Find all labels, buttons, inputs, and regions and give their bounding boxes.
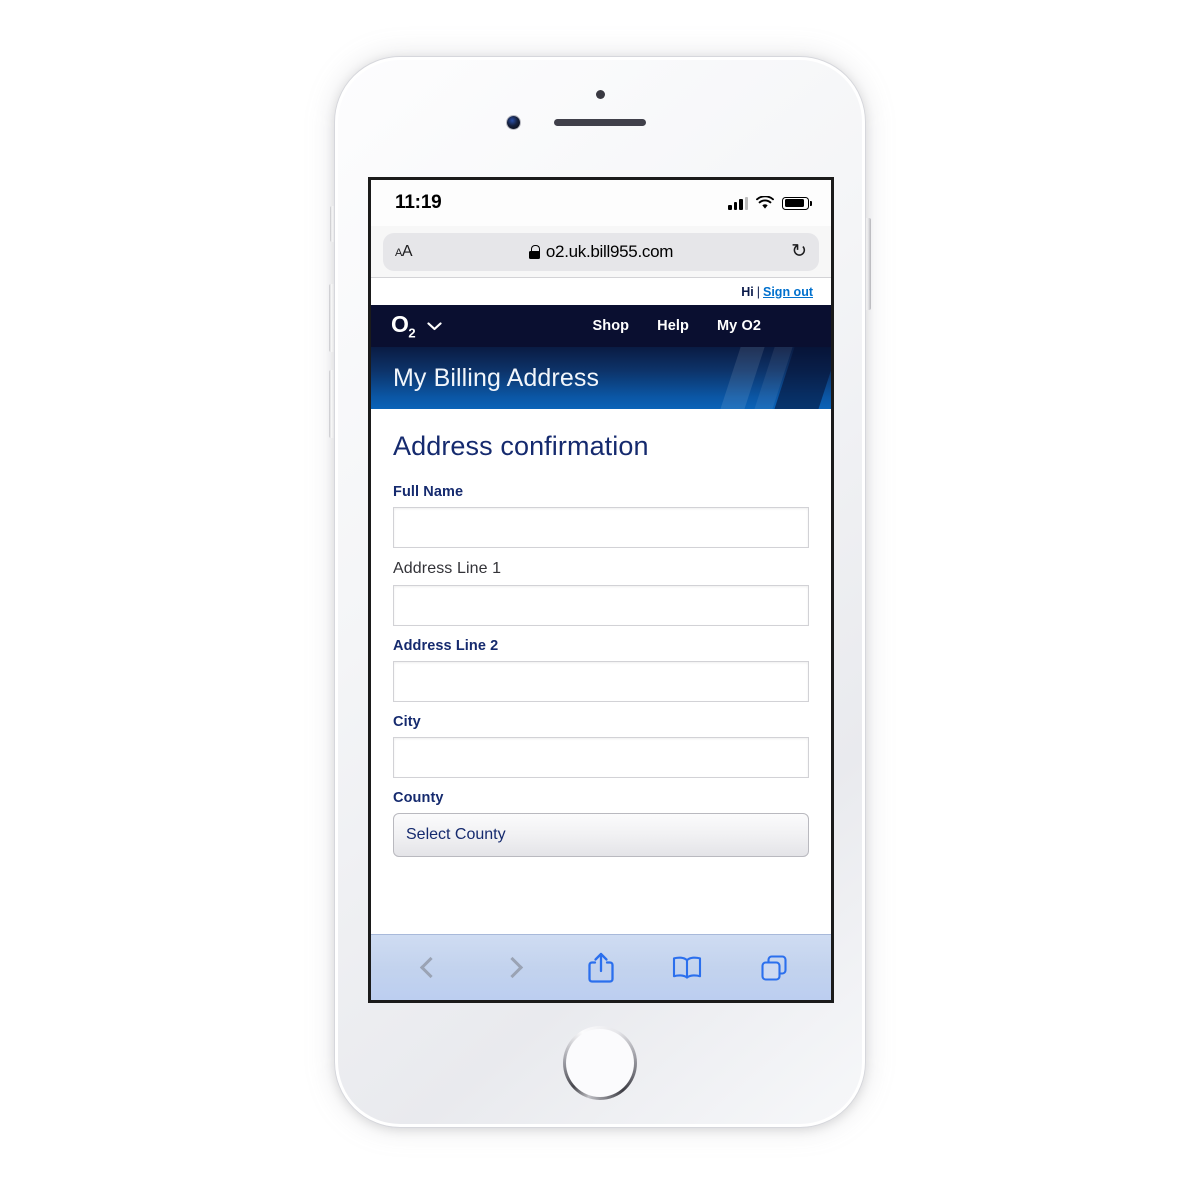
back-button[interactable] bbox=[406, 948, 450, 988]
utility-bar: Hi | Sign out bbox=[371, 278, 831, 305]
separator: | bbox=[756, 284, 760, 299]
status-time: 11:19 bbox=[395, 192, 442, 213]
field-city: City bbox=[393, 714, 809, 778]
safari-address-bar: AA o2.uk.bill955.com ↻ bbox=[371, 226, 831, 278]
form-heading: Address confirmation bbox=[393, 431, 649, 461]
banner-decoration bbox=[701, 347, 831, 409]
earpiece-speaker-icon bbox=[554, 119, 646, 126]
battery-icon bbox=[782, 196, 812, 210]
field-address-line-2: Address Line 2 bbox=[393, 638, 809, 702]
safari-bottom-toolbar bbox=[371, 934, 831, 1000]
device-body: 11:19 AA o2.uk.bill955.com ↻ Hi | Sign o… bbox=[334, 56, 866, 1128]
nav-link-my-o2[interactable]: My O2 bbox=[717, 318, 761, 334]
front-camera-icon bbox=[507, 116, 520, 129]
o2-logo[interactable]: O2 bbox=[391, 310, 416, 341]
tabs-button[interactable] bbox=[752, 948, 796, 988]
cellular-signal-icon bbox=[728, 196, 748, 210]
chevron-right-icon bbox=[501, 956, 524, 979]
chevron-left-icon bbox=[419, 956, 441, 979]
iphone-device: 11:19 AA o2.uk.bill955.com ↻ Hi | Sign o… bbox=[329, 56, 871, 1128]
reload-button[interactable]: ↻ bbox=[783, 242, 807, 261]
phone-screen: 11:19 AA o2.uk.bill955.com ↻ Hi | Sign o… bbox=[368, 177, 834, 1003]
tabs-icon bbox=[761, 954, 787, 981]
field-label-city: City bbox=[393, 714, 421, 730]
field-label-address-line-2: Address Line 2 bbox=[393, 638, 499, 654]
field-label-full-name: Full Name bbox=[393, 484, 464, 500]
site-navigation-bar: O2 Shop Help My O2 bbox=[371, 305, 831, 347]
share-icon bbox=[588, 952, 614, 983]
url-display: o2.uk.bill955.com bbox=[383, 242, 819, 262]
sign-out-link[interactable]: Sign out bbox=[763, 285, 813, 299]
chevron-down-icon[interactable] bbox=[427, 321, 442, 331]
home-button[interactable] bbox=[563, 1026, 637, 1100]
field-address-line-1: Address Line 1 bbox=[393, 560, 809, 626]
page-banner: My Billing Address bbox=[371, 347, 831, 409]
address-line-1-input[interactable] bbox=[393, 585, 809, 626]
url-text: o2.uk.bill955.com bbox=[545, 241, 674, 261]
page-title: My Billing Address bbox=[393, 363, 600, 392]
county-select-value: Select County bbox=[406, 826, 506, 843]
address-form: Address confirmation Full Name Address L… bbox=[371, 409, 831, 934]
url-field[interactable]: AA o2.uk.bill955.com ↻ bbox=[383, 232, 819, 271]
bookmarks-button[interactable] bbox=[665, 948, 709, 988]
greeting-text: Hi bbox=[741, 284, 754, 299]
web-page-content: Hi | Sign out O2 Shop Help My O2 My Bill… bbox=[371, 278, 831, 934]
nav-link-shop[interactable]: Shop bbox=[593, 318, 630, 334]
field-full-name: Full Name bbox=[393, 484, 809, 548]
nav-link-help[interactable]: Help bbox=[657, 318, 689, 334]
nav-links: Shop Help My O2 bbox=[593, 318, 812, 334]
field-county: County Select County bbox=[393, 790, 809, 857]
field-label-county: County bbox=[393, 790, 444, 806]
county-select[interactable]: Select County bbox=[393, 813, 809, 857]
o2-logo-subscript: 2 bbox=[408, 325, 416, 341]
forward-button[interactable] bbox=[493, 948, 537, 988]
book-icon bbox=[673, 956, 702, 979]
field-label-address-line-1: Address Line 1 bbox=[393, 560, 502, 577]
share-button[interactable] bbox=[579, 948, 623, 988]
status-icons bbox=[728, 196, 812, 210]
text-size-button[interactable]: AA bbox=[395, 243, 441, 261]
address-line-2-input[interactable] bbox=[393, 661, 809, 702]
proximity-sensor-icon bbox=[596, 90, 605, 99]
city-input[interactable] bbox=[393, 737, 809, 778]
lock-icon bbox=[528, 244, 540, 259]
o2-logo-letter: O bbox=[391, 310, 409, 337]
ios-status-bar: 11:19 bbox=[371, 180, 831, 226]
full-name-input[interactable] bbox=[393, 507, 809, 548]
wifi-icon bbox=[756, 196, 774, 209]
